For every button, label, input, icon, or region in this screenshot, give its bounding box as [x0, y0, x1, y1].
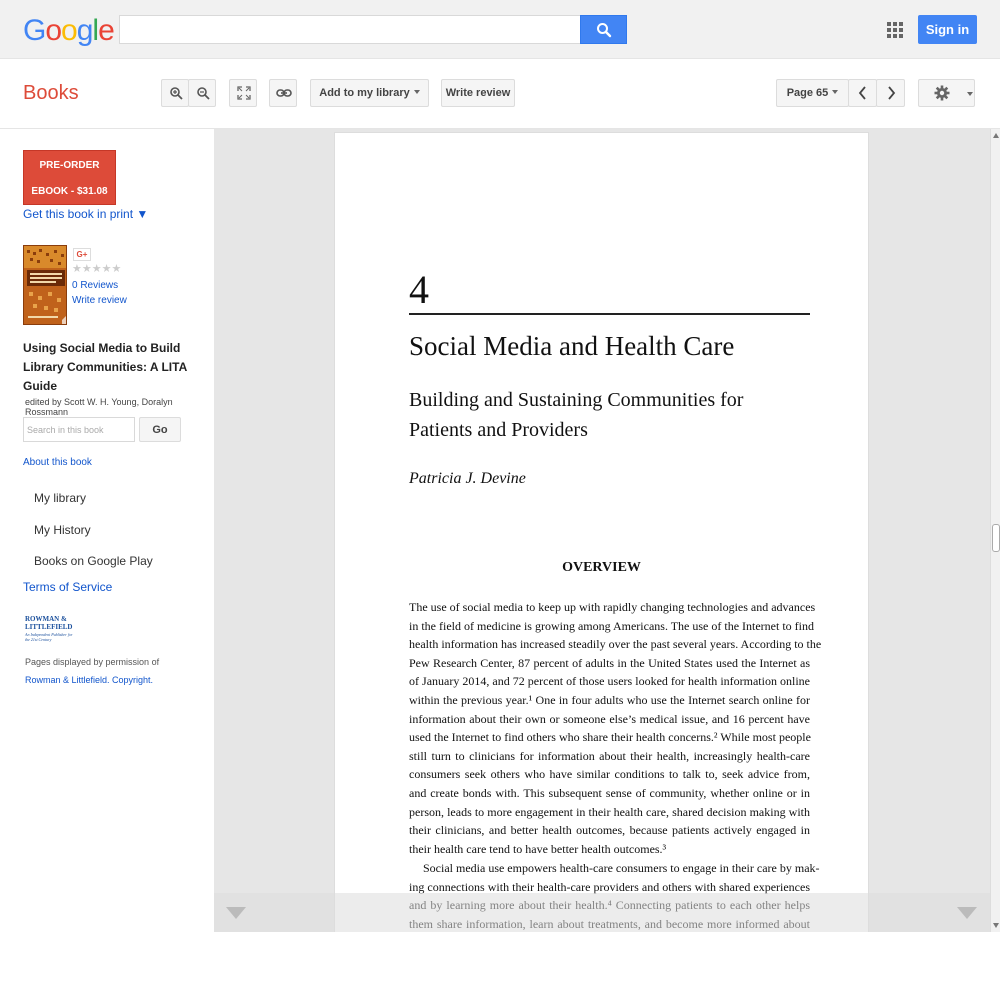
chevron-down-icon: [967, 92, 973, 96]
text-line: The use of social media to keep up with …: [409, 600, 816, 614]
nav-my-library[interactable]: My library: [34, 491, 86, 505]
chapter-subtitle-line: Patients and Providers: [409, 419, 588, 441]
preorder-label: PRE-ORDER: [39, 160, 100, 171]
section-heading: OVERVIEW: [562, 560, 641, 575]
scroll-down-icon[interactable]: [993, 923, 999, 928]
text-line: information about their own or someone e…: [409, 711, 810, 726]
page-selector-label: Page 65: [786, 87, 829, 99]
text-line: of January 2014, and 72 percent of those…: [409, 674, 810, 689]
settings-button[interactable]: [918, 79, 975, 107]
search-icon: [597, 23, 612, 38]
scroll-up-icon[interactable]: [993, 133, 999, 138]
top-header: Google Sign in: [0, 0, 1000, 59]
chapter-rule: [409, 313, 810, 315]
google-logo-letter: o: [61, 14, 78, 47]
book-cover-image: [24, 246, 66, 324]
search-input[interactable]: [119, 15, 580, 44]
preorder-ebook-button[interactable]: PRE-ORDER EBOOK - $31.08: [23, 150, 116, 205]
next-page-icon: [888, 86, 896, 100]
text-line: their health care tend to have better he…: [409, 841, 667, 856]
fullscreen-button[interactable]: [229, 79, 257, 107]
book-authors: edited by Scott W. H. Young, Doralyn Ros…: [25, 397, 173, 417]
text-line: consumers seek others who have similar c…: [409, 767, 810, 782]
text-line: within the previous year.¹ One in four a…: [409, 692, 810, 707]
book-title: Using Social Media to Build Library Comm…: [23, 341, 187, 393]
add-to-library-button[interactable]: Add to my library: [310, 79, 429, 107]
nav-my-history[interactable]: My History: [34, 523, 91, 537]
google-logo-letter: e: [98, 14, 115, 47]
get-book-in-print-link[interactable]: Get this book in print ▼: [23, 207, 148, 221]
chapter-author: Patricia J. Devine: [409, 470, 526, 487]
prev-page-icon: [858, 86, 866, 100]
zoom-out-button[interactable]: [188, 79, 216, 107]
zoom-in-button[interactable]: [161, 79, 189, 107]
text-line: Pew Research Center, 87 percent of adult…: [409, 655, 810, 670]
text-line: their clinicians, and better health outc…: [409, 823, 810, 838]
permission-text: Pages displayed by permission of: [25, 657, 160, 667]
text-line: used the Internet to find others who sha…: [409, 730, 811, 745]
text-line: in the field of medicine is growing amon…: [409, 618, 815, 633]
link-icon: [276, 89, 292, 97]
text-line: and create bonds with. This subsequent s…: [409, 785, 810, 800]
scroll-down-arrow-icon[interactable]: [957, 907, 977, 919]
page-selector[interactable]: Page 65: [776, 79, 849, 107]
search-in-book-input[interactable]: Search in this book: [23, 417, 135, 442]
search-in-book-go-button[interactable]: Go: [139, 417, 181, 442]
next-page-button[interactable]: [876, 79, 905, 107]
fullscreen-icon: [237, 86, 251, 100]
text-line: health information has increased steadil…: [409, 637, 822, 652]
zoom-in-icon: [170, 87, 183, 100]
google-logo-letter: G: [23, 14, 46, 47]
publisher-logo-line2: LITTLEFIELD: [25, 623, 73, 631]
google-logo-letter: o: [45, 14, 62, 47]
chapter-subtitle-line: Building and Sustaining Communities for: [409, 389, 744, 411]
book-cover-thumbnail[interactable]: [23, 245, 67, 325]
rating-stars: ★★★★★: [72, 263, 122, 275]
write-review-button[interactable]: Write review: [441, 79, 515, 107]
reviews-count-link[interactable]: 0 Reviews: [72, 280, 118, 291]
zoom-out-icon: [197, 87, 210, 100]
body-paragraph: The use of social media to keep up with …: [409, 598, 822, 858]
books-section-title[interactable]: Books: [23, 82, 79, 105]
chapter-number: 4: [409, 267, 429, 312]
gear-icon: [934, 85, 950, 101]
text-line: person, leads to more engagement in thei…: [409, 804, 810, 819]
sidebar-write-review-link[interactable]: Write review: [72, 295, 127, 306]
books-toolbar: Books Add to my library Write review Pag…: [0, 59, 1000, 129]
book-page: 4 Social Media and Health Care Building …: [334, 132, 869, 932]
prev-page-button[interactable]: [848, 79, 877, 107]
google-plus-button[interactable]: G+: [73, 248, 91, 261]
viewer-footer-bar: [214, 893, 990, 932]
text-line: still turn to clinicians for information…: [409, 748, 810, 763]
apps-grid-icon[interactable]: [887, 22, 903, 38]
about-this-book-link[interactable]: About this book: [23, 457, 92, 468]
sign-in-button[interactable]: Sign in: [918, 15, 977, 44]
link-button[interactable]: [269, 79, 297, 107]
chevron-down-icon: [413, 90, 420, 95]
book-page-viewer[interactable]: 4 Social Media and Health Care Building …: [214, 129, 990, 932]
google-logo-letter: g: [76, 14, 94, 47]
scrollbar-thumb[interactable]: [992, 524, 1000, 552]
terms-of-service-link[interactable]: Terms of Service: [23, 580, 112, 594]
book-sidebar: PRE-ORDER EBOOK - $31.08 Get this book i…: [0, 129, 214, 1000]
search-button[interactable]: [580, 15, 627, 44]
nav-books-on-google-play[interactable]: Books on Google Play: [34, 554, 153, 568]
chapter-title: Social Media and Health Care: [409, 331, 735, 361]
ebook-price: EBOOK - $31.08: [31, 186, 108, 197]
chevron-down-icon: [832, 90, 839, 95]
google-logo[interactable]: Google: [23, 14, 115, 48]
viewer-scrollbar[interactable]: [990, 129, 1000, 932]
text-line: Social media use empowers health-care co…: [423, 861, 820, 875]
publisher-copyright-link[interactable]: Rowman & Littlefield. Copyright.: [25, 675, 153, 685]
publisher-logo-tagline: An Independent Publisher for the 21st Ce…: [25, 632, 73, 642]
add-to-library-label: Add to my library: [319, 87, 410, 99]
scroll-down-arrow-icon[interactable]: [226, 907, 246, 919]
publisher-logo[interactable]: ROWMAN & LITTLEFIELD An Independent Publ…: [25, 615, 77, 643]
publisher-logo-line1: ROWMAN &: [25, 615, 67, 623]
